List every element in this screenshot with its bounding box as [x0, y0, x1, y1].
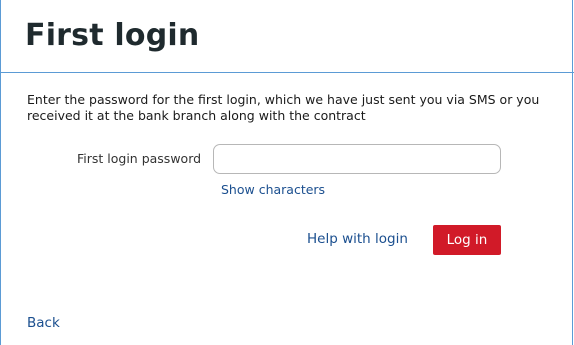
show-characters-link[interactable]: Show characters [221, 182, 325, 198]
login-button[interactable]: Log in [433, 225, 501, 255]
instructions-text: Enter the password for the first login, … [27, 92, 540, 123]
help-with-login-link[interactable]: Help with login [307, 230, 408, 248]
back-link[interactable]: Back [27, 314, 60, 332]
title-divider [1, 72, 574, 73]
password-label: First login password [77, 151, 202, 166]
page-title: First login [25, 18, 200, 53]
password-input[interactable] [213, 144, 501, 174]
login-panel: First login Enter the password for the f… [0, 0, 574, 345]
